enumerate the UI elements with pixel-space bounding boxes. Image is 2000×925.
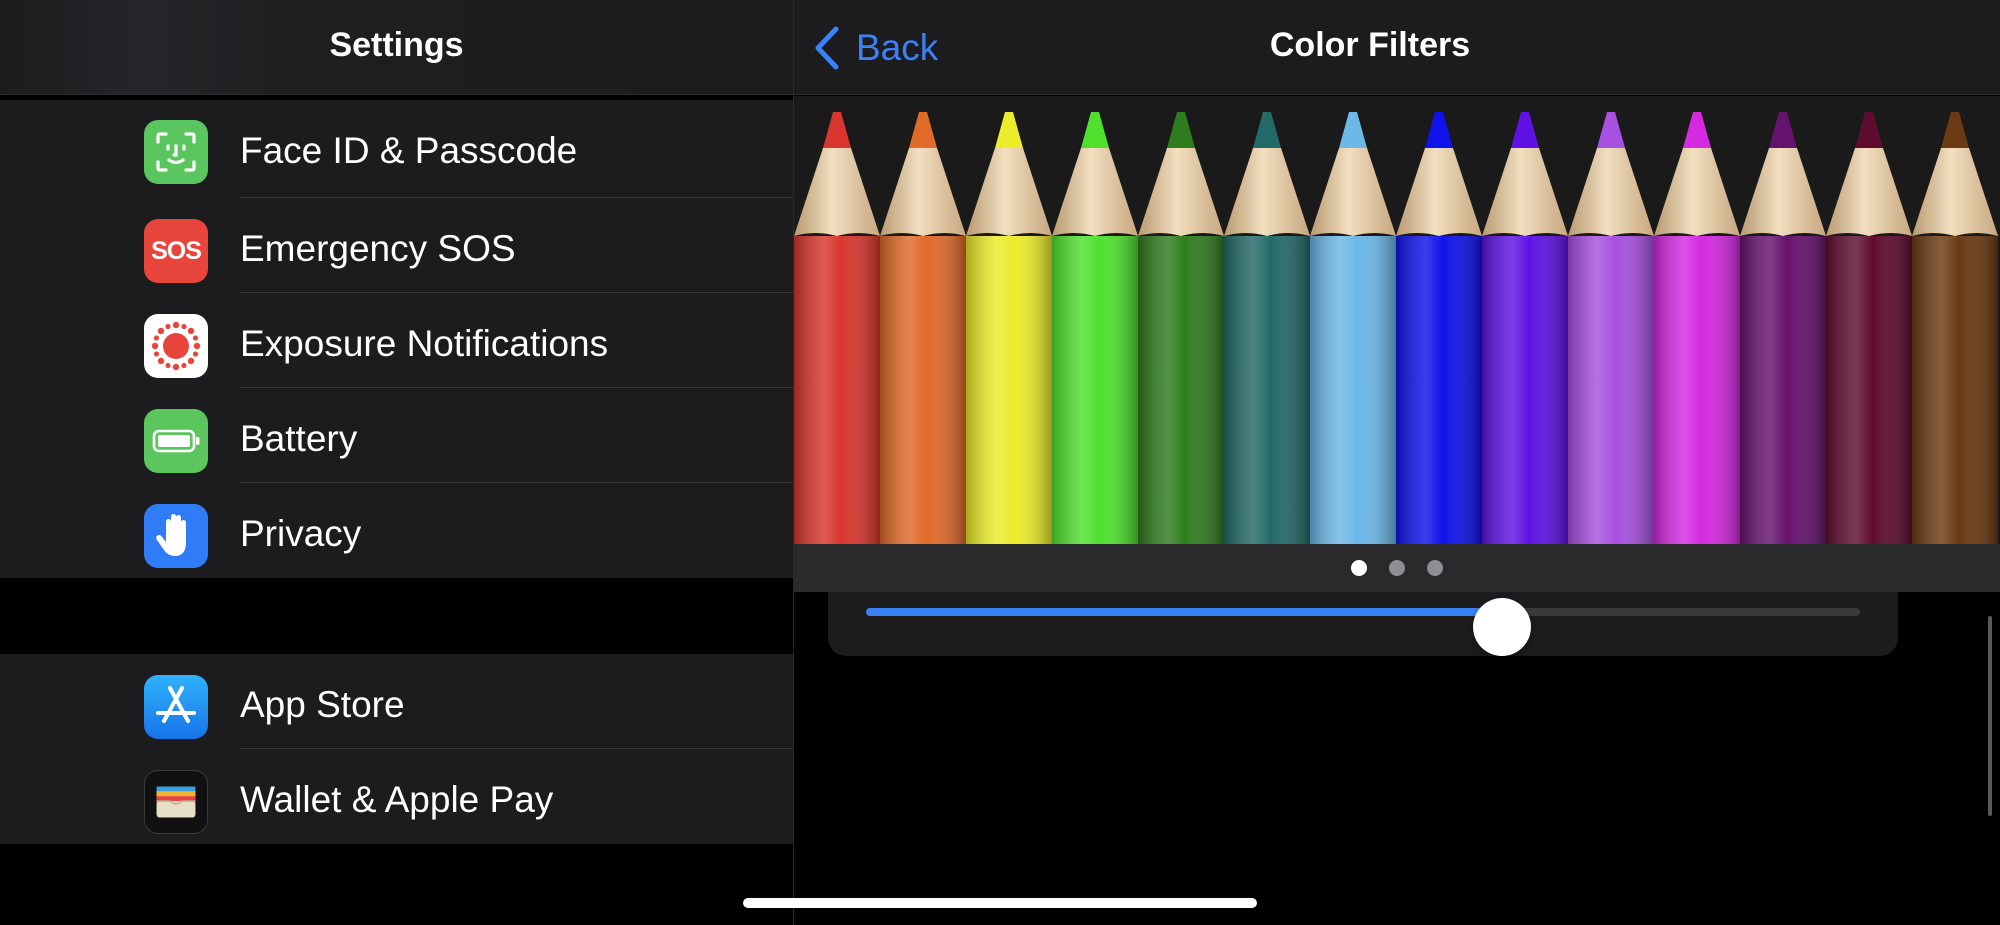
pencil-1	[794, 112, 880, 544]
settings-row-battery[interactable]: Battery	[0, 388, 793, 483]
pencil-12	[1740, 112, 1826, 544]
pencil-14	[1912, 112, 1998, 544]
settings-row-label: Exposure Notifications	[240, 323, 609, 364]
settings-row-label: App Store	[240, 684, 405, 725]
settings-row-app-store[interactable]: App Store	[0, 654, 793, 749]
settings-row-label: Battery	[240, 418, 358, 459]
app-store-icon	[144, 675, 208, 739]
pencil-10	[1568, 112, 1654, 544]
settings-row-label: Face ID & Passcode	[240, 130, 578, 171]
settings-group-store: App Store Wallet & Apple Pay	[0, 654, 793, 844]
page-control[interactable]	[794, 544, 2000, 592]
color-pencils-image[interactable]	[794, 96, 2000, 544]
detail-header: Back Color Filters	[794, 0, 2000, 95]
settings-row-label: Privacy	[240, 513, 362, 554]
pencil-11	[1654, 112, 1740, 544]
home-indicator[interactable]	[743, 898, 1257, 908]
battery-icon	[144, 409, 208, 473]
hand-icon	[144, 504, 208, 568]
color-filters-pane: Back Color Filters	[794, 0, 2000, 925]
settings-row-label: Wallet & Apple Pay	[240, 779, 554, 820]
sidebar-title: Settings	[329, 26, 464, 64]
intensity-slider-fill	[866, 608, 1503, 616]
pencils-illustration	[794, 112, 1998, 544]
scroll-indicator	[1988, 616, 1992, 816]
settings-row-label: Emergency SOS	[240, 228, 516, 269]
wallet-icon	[144, 770, 208, 834]
intensity-card	[828, 592, 1898, 656]
page-dot-1[interactable]	[1351, 560, 1367, 576]
pencil-7	[1310, 112, 1396, 544]
settings-row-wallet[interactable]: Wallet & Apple Pay	[0, 749, 793, 844]
pencil-4	[1052, 112, 1138, 544]
face-id-icon	[144, 120, 208, 184]
page-title: Color Filters	[1269, 26, 1471, 64]
settings-sidebar: Settings Face ID & Passcode SOS Emergenc…	[0, 0, 793, 925]
pencil-3	[966, 112, 1052, 544]
settings-row-privacy[interactable]: Privacy	[0, 483, 793, 578]
page-dot-3[interactable]	[1427, 560, 1443, 576]
pencil-8	[1396, 112, 1482, 544]
settings-row-exposure-notifications[interactable]: Exposure Notifications	[0, 293, 793, 388]
pencil-9	[1482, 112, 1568, 544]
pencil-5	[1138, 112, 1224, 544]
sidebar-header: Settings	[0, 0, 793, 95]
page-dot-2[interactable]	[1389, 560, 1405, 576]
intensity-slider[interactable]	[866, 598, 1860, 656]
intensity-slider-thumb[interactable]	[1473, 598, 1532, 656]
settings-row-face-id[interactable]: Face ID & Passcode	[0, 100, 793, 198]
settings-group-security: Face ID & Passcode SOS Emergency SOS Exp…	[0, 100, 793, 578]
sos-icon: SOS	[144, 219, 208, 283]
sos-icon-text: SOS	[151, 236, 202, 265]
settings-row-emergency-sos[interactable]: SOS Emergency SOS	[0, 198, 793, 293]
pencil-6	[1224, 112, 1310, 544]
exposure-notifications-icon	[144, 314, 208, 378]
pencil-2	[880, 112, 966, 544]
pencil-13	[1826, 112, 1912, 544]
